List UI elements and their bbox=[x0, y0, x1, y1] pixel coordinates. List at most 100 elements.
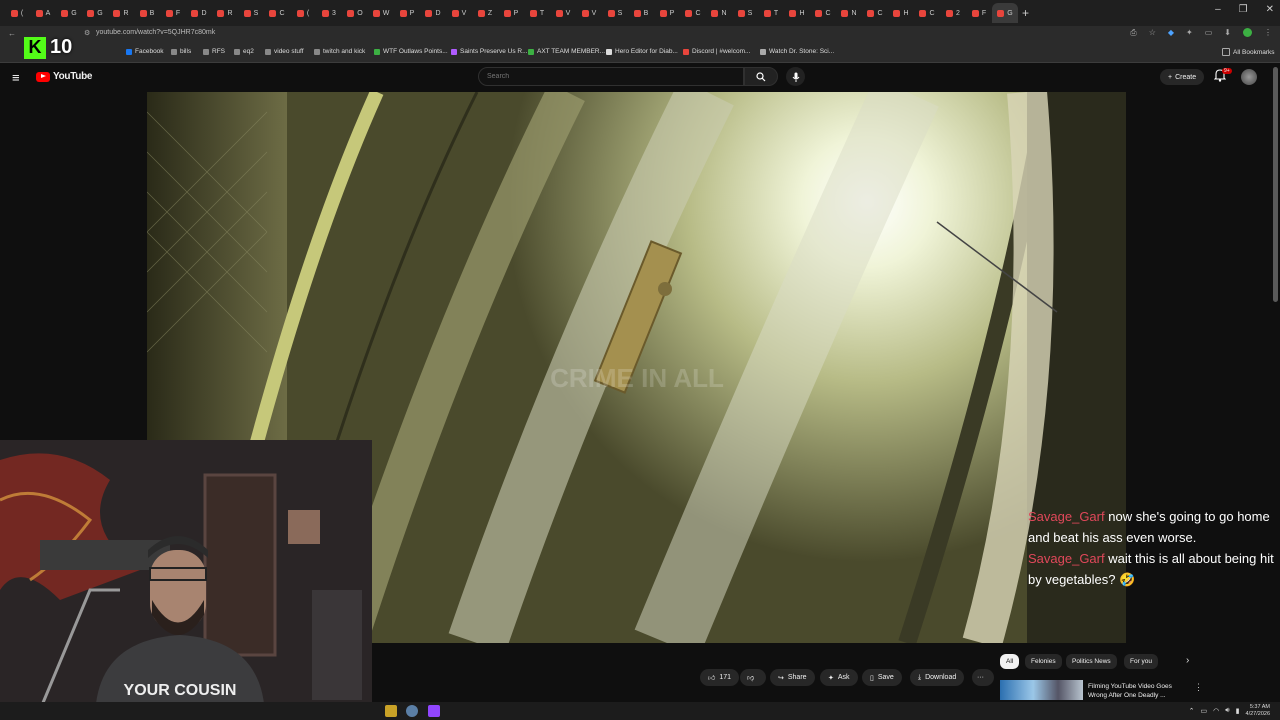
browser-menu-icon[interactable]: ⋮ bbox=[1264, 28, 1272, 38]
browser-tab[interactable]: G bbox=[82, 3, 108, 23]
bookmark-item[interactable]: video stuff bbox=[265, 48, 304, 55]
browser-tab[interactable]: R bbox=[108, 3, 134, 23]
download-icon[interactable]: ⬇ bbox=[1224, 28, 1231, 38]
browser-tab[interactable]: G bbox=[992, 3, 1018, 23]
bookmark-item[interactable]: WTF Outlaws Points... bbox=[374, 48, 448, 55]
bookmark-item[interactable]: Discord | #welcom... bbox=[683, 48, 750, 55]
browser-tab[interactable]: C bbox=[810, 3, 836, 23]
browser-tab[interactable]: 2 bbox=[940, 3, 966, 23]
bookmark-item[interactable]: RFS bbox=[203, 48, 225, 55]
voice-search-button[interactable] bbox=[786, 67, 805, 86]
url-field[interactable]: youtube.com/watch?v=5QJHR7c80mk bbox=[96, 29, 215, 36]
bookmark-item[interactable]: Facebook bbox=[126, 48, 164, 55]
browser-tab[interactable]: T bbox=[524, 3, 550, 23]
bookmark-item[interactable]: eq2 bbox=[234, 48, 254, 55]
bookmark-item[interactable]: bills bbox=[171, 48, 191, 55]
browser-tab[interactable]: S bbox=[732, 3, 758, 23]
browser-tab[interactable]: N bbox=[706, 3, 732, 23]
browser-tab[interactable]: H bbox=[784, 3, 810, 23]
recommended-video[interactable]: Filming YouTube Video Goes Wrong After O… bbox=[1000, 680, 1203, 702]
account-avatar[interactable] bbox=[1241, 69, 1257, 85]
browser-tab[interactable]: ( bbox=[4, 3, 30, 23]
browser-tab[interactable]: B bbox=[628, 3, 654, 23]
browser-tab[interactable]: B bbox=[134, 3, 160, 23]
browser-tab[interactable]: F bbox=[966, 3, 992, 23]
chip-politics-news[interactable]: Politics News bbox=[1066, 654, 1117, 669]
browser-tab[interactable]: S bbox=[602, 3, 628, 23]
browser-tab[interactable]: 3 bbox=[316, 3, 342, 23]
extension-icon[interactable]: ◆ bbox=[1168, 28, 1174, 38]
menu-icon[interactable]: ≡ bbox=[12, 70, 20, 85]
bookmark-item[interactable]: twitch and kick bbox=[314, 48, 365, 55]
browser-tab[interactable]: D bbox=[420, 3, 446, 23]
browser-tab[interactable]: P bbox=[498, 3, 524, 23]
sidepanel-icon[interactable]: ▭ bbox=[1205, 28, 1213, 38]
bookmark-item[interactable]: AXT TEAM MEMBER... bbox=[528, 48, 605, 55]
browser-tab[interactable]: Z bbox=[472, 3, 498, 23]
search-input[interactable] bbox=[478, 67, 744, 86]
minimize-button[interactable]: – bbox=[1215, 4, 1221, 15]
close-window-button[interactable]: ✕ bbox=[1266, 4, 1274, 15]
browser-tab[interactable]: G bbox=[56, 3, 82, 23]
page-scrollbar[interactable] bbox=[1273, 67, 1278, 302]
chip-for-you[interactable]: For you bbox=[1124, 654, 1159, 669]
browser-tab[interactable]: R bbox=[212, 3, 238, 23]
app-icon-obs[interactable] bbox=[428, 705, 440, 717]
browser-tab[interactable]: C bbox=[862, 3, 888, 23]
like-button[interactable]: 👍︎ 171 bbox=[700, 669, 740, 686]
battery-icon[interactable]: ▮ bbox=[1236, 707, 1240, 715]
extensions-puzzle-icon[interactable]: ✦ bbox=[1186, 28, 1193, 38]
dislike-button[interactable]: 👎︎ bbox=[740, 669, 766, 686]
bookmark-item[interactable]: Hero Editor for Diab... bbox=[606, 48, 678, 55]
save-button[interactable]: ▯ Save bbox=[862, 669, 902, 686]
browser-tab[interactable]: V bbox=[550, 3, 576, 23]
browser-tab[interactable]: O bbox=[342, 3, 368, 23]
maximize-button[interactable]: ❐ bbox=[1239, 4, 1248, 15]
app-icon-folder[interactable] bbox=[385, 705, 397, 717]
profile-avatar[interactable] bbox=[1243, 28, 1252, 37]
install-icon[interactable]: ⎙ bbox=[1130, 28, 1136, 38]
browser-tab[interactable]: V bbox=[446, 3, 472, 23]
browser-tab[interactable]: F bbox=[160, 3, 186, 23]
bookmark-item[interactable]: Saints Preserve Us R... bbox=[451, 48, 528, 55]
bookmark-item[interactable]: Watch Dr. Stone: Sci... bbox=[760, 48, 834, 55]
more-options-icon[interactable]: ⋮ bbox=[1194, 682, 1203, 693]
app-icon-settings[interactable] bbox=[406, 705, 418, 717]
network-icon[interactable]: ▭ bbox=[1201, 707, 1208, 715]
chip-all[interactable]: All bbox=[1000, 654, 1020, 669]
browser-tab[interactable]: C bbox=[680, 3, 706, 23]
search-button[interactable] bbox=[744, 67, 778, 86]
clock[interactable]: 5:37 AM 4/27/2026 bbox=[1246, 704, 1270, 718]
browser-tab[interactable]: N bbox=[836, 3, 862, 23]
browser-tab[interactable]: V bbox=[576, 3, 602, 23]
back-icon[interactable]: ← bbox=[8, 29, 16, 38]
download-button[interactable]: ⤓ Download bbox=[910, 669, 965, 686]
browser-tab[interactable]: H bbox=[888, 3, 914, 23]
browser-tab[interactable]: P bbox=[394, 3, 420, 23]
all-bookmarks[interactable]: All Bookmarks bbox=[1222, 48, 1275, 56]
browser-tab[interactable]: A bbox=[30, 3, 56, 23]
browser-tab[interactable]: T bbox=[758, 3, 784, 23]
browser-tab[interactable]: S bbox=[238, 3, 264, 23]
share-button[interactable]: ↪ Share bbox=[770, 669, 815, 686]
chevron-right-icon[interactable]: › bbox=[1186, 655, 1189, 666]
browser-tab[interactable]: P bbox=[654, 3, 680, 23]
browser-tab[interactable]: ( bbox=[290, 3, 316, 23]
browser-tab[interactable]: C bbox=[914, 3, 940, 23]
new-tab-button[interactable]: + bbox=[1022, 6, 1029, 20]
browser-tab[interactable]: W bbox=[368, 3, 394, 23]
video-title[interactable]: Filming YouTube Video Goes Wrong After O… bbox=[1088, 682, 1188, 700]
browser-tab[interactable]: D bbox=[186, 3, 212, 23]
more-actions-button[interactable]: ··· bbox=[972, 669, 994, 686]
wifi-icon[interactable]: ◠ bbox=[1213, 707, 1219, 715]
chevron-up-icon[interactable]: ⌃ bbox=[1189, 707, 1195, 715]
volume-icon[interactable]: 🔊︎ bbox=[1225, 707, 1229, 715]
chip-felonies[interactable]: Felonies bbox=[1025, 654, 1062, 669]
ask-button[interactable]: ✦ Ask bbox=[820, 669, 858, 686]
browser-tab[interactable]: C bbox=[264, 3, 290, 23]
site-info-icon[interactable]: ⚙ bbox=[84, 29, 90, 37]
video-thumbnail[interactable] bbox=[1000, 680, 1083, 700]
youtube-logo[interactable]: YouTube bbox=[36, 71, 93, 82]
bookmark-star-icon[interactable]: ☆ bbox=[1149, 28, 1156, 38]
create-button[interactable]: + Create bbox=[1160, 69, 1205, 85]
